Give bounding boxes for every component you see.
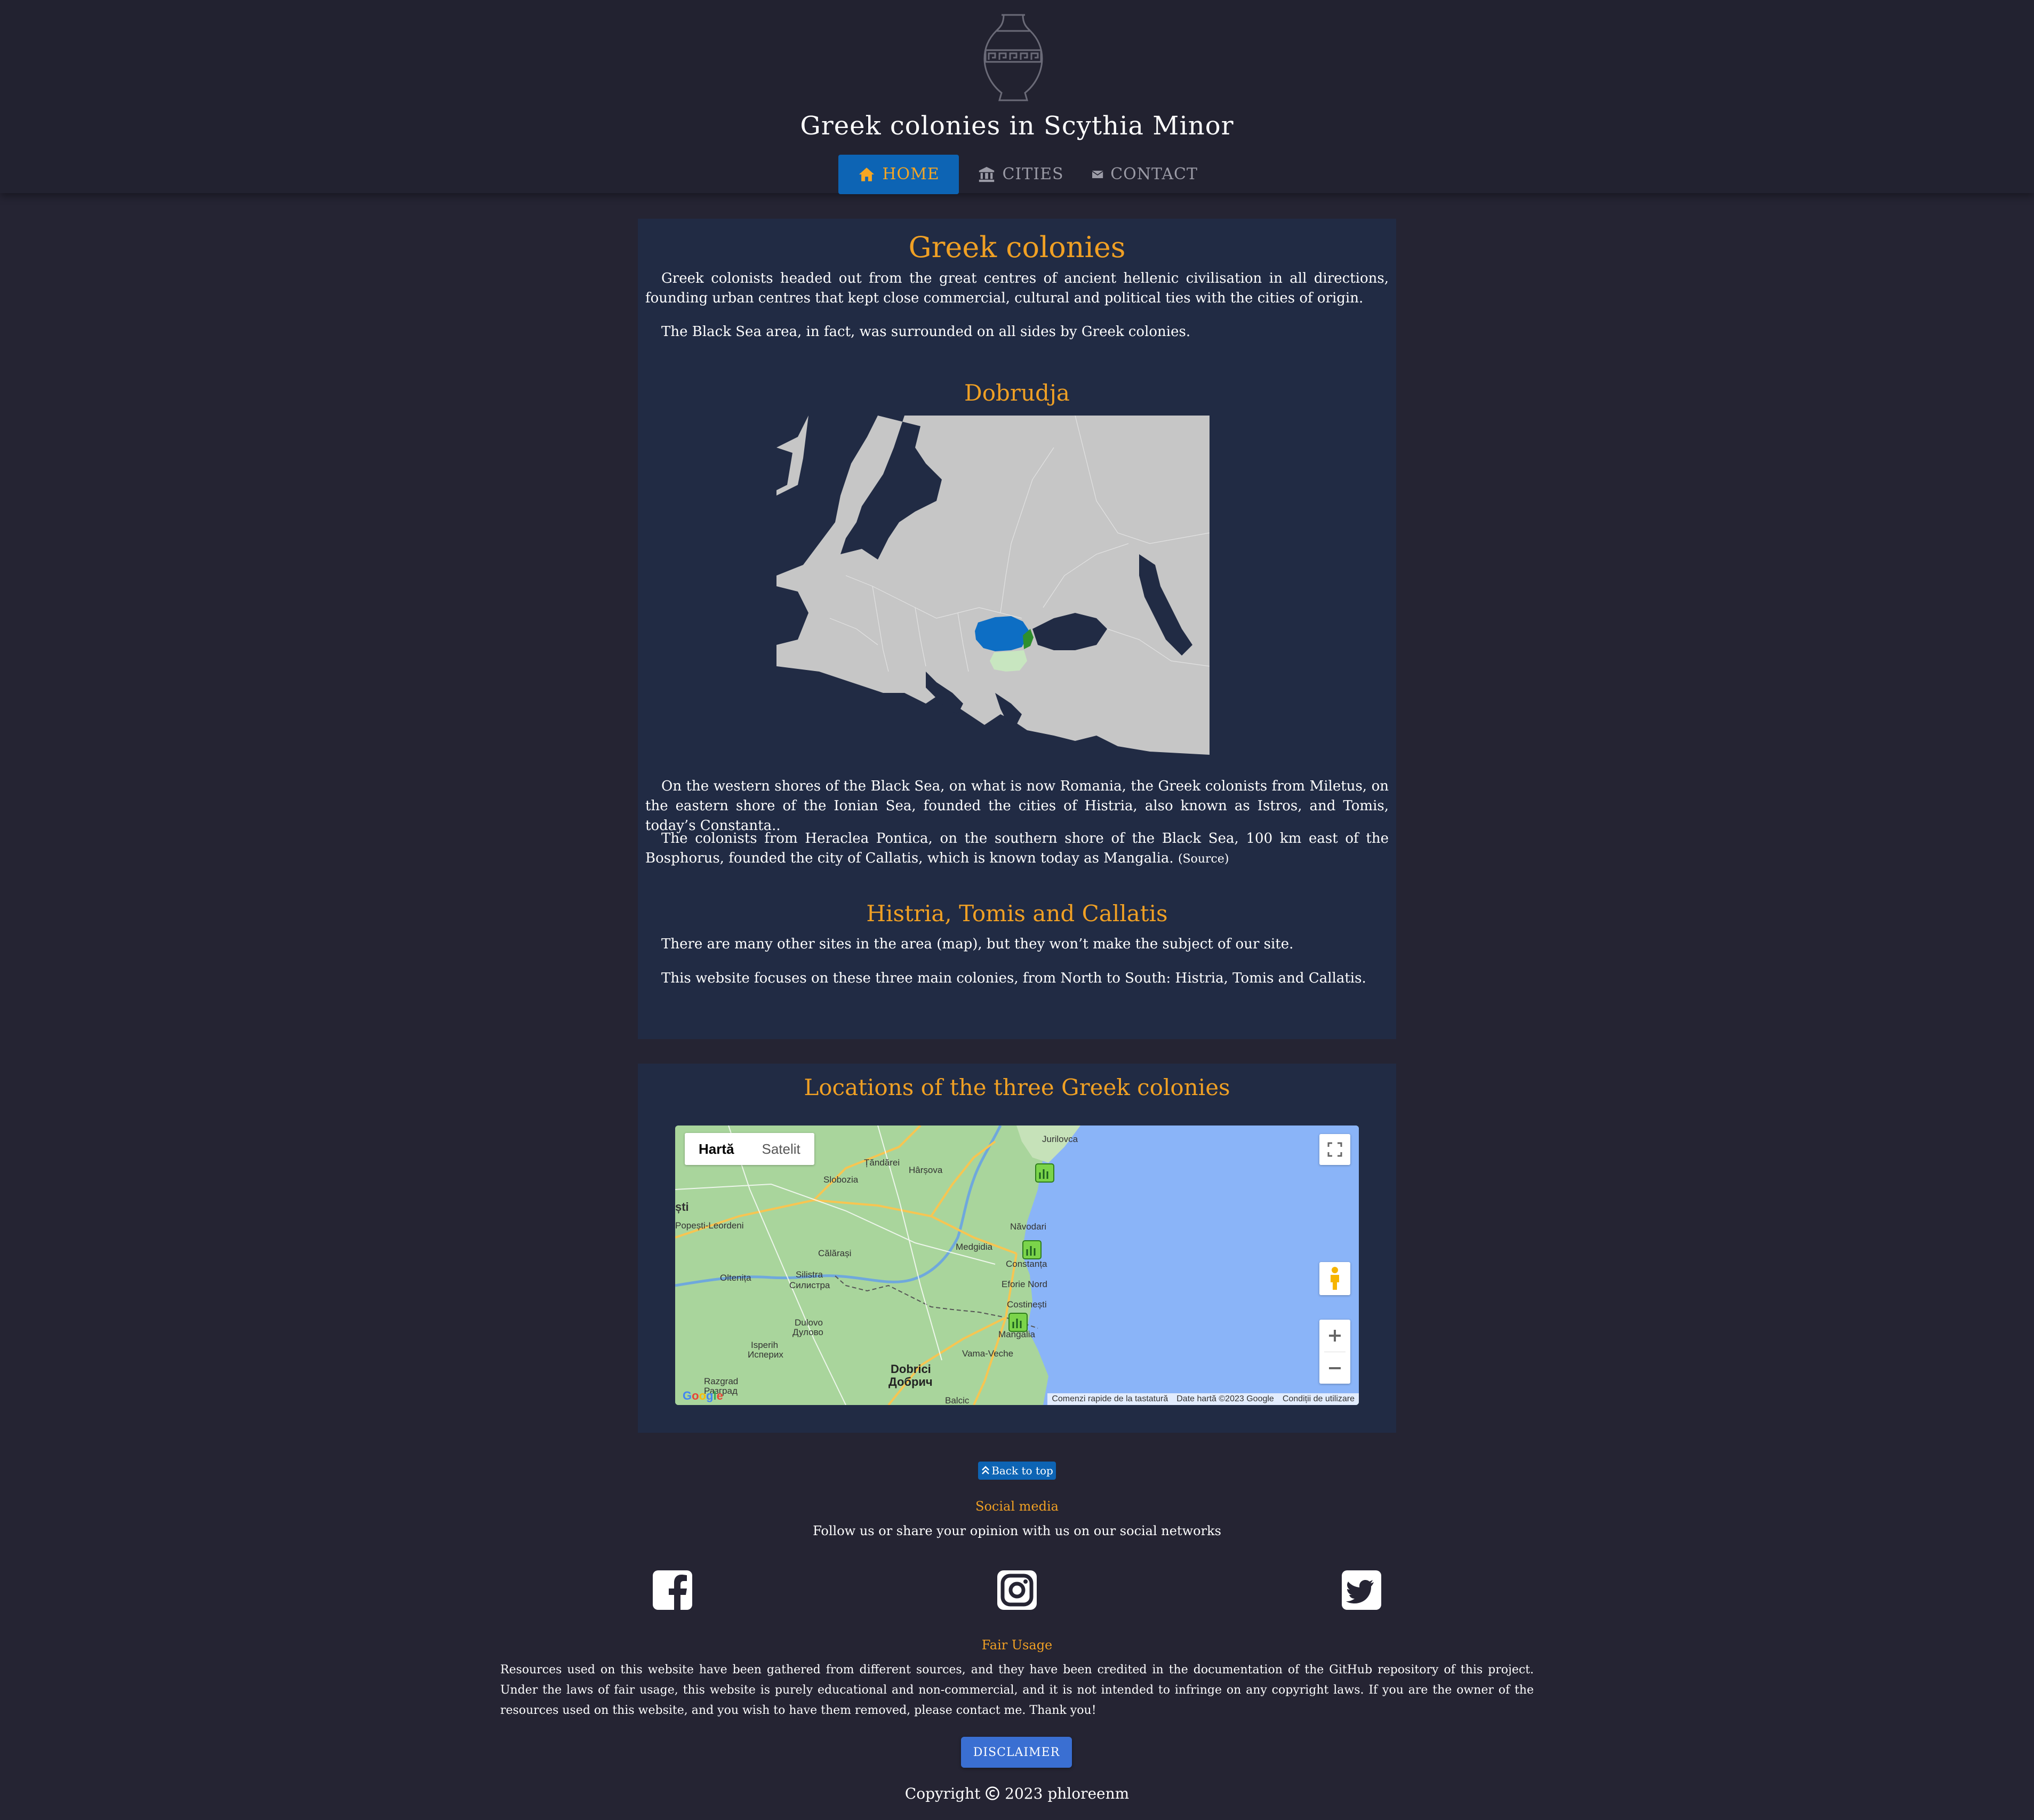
fullscreen-button[interactable]: [1319, 1134, 1350, 1165]
pegman-icon: [1331, 1267, 1339, 1290]
map-section: Locations of the three Greek colonies Ju…: [638, 1064, 1396, 1433]
nav-contact[interactable]: CONTACT: [1091, 155, 1198, 194]
colony-marker-histria: [1035, 1163, 1054, 1183]
disclaimer-button[interactable]: DISCLAIMER: [961, 1737, 1072, 1768]
map-label: Năvodari: [1010, 1222, 1047, 1232]
map-heading: Locations of the three Greek colonies: [804, 1074, 1230, 1100]
map-label: Oltenița: [720, 1273, 751, 1283]
minus-icon: [1329, 1367, 1341, 1369]
twitter-icon[interactable]: [1342, 1570, 1381, 1610]
map-label: Slobozia: [823, 1175, 859, 1185]
map-label: Jurilovca: [1042, 1134, 1078, 1144]
copyright-suffix: 2023 phloreenm: [1005, 1785, 1130, 1802]
map-label: Costinești: [1007, 1299, 1047, 1310]
site-header: Greek colonies in Scythia Minor HOME CIT…: [0, 0, 2034, 194]
copyright-prefix: Copyright: [904, 1785, 981, 1802]
intro-paragraph-5: There are many other sites in the area (…: [661, 936, 1294, 952]
street-view-pegman[interactable]: [1319, 1262, 1350, 1295]
map-label: Dulovo: [795, 1318, 823, 1328]
nav-home-label: HOME: [882, 165, 940, 183]
map-label: Balcic: [945, 1395, 970, 1405]
intro-heading: Greek colonies: [908, 230, 1126, 264]
nav-home[interactable]: HOME: [838, 155, 959, 194]
source-link[interactable]: (Source): [1178, 852, 1229, 866]
dobrudja-heading: Dobrudja: [964, 380, 1070, 406]
google-logo: Google: [683, 1389, 723, 1402]
map-label: Eforie Nord: [1002, 1279, 1047, 1289]
instagram-icon[interactable]: [997, 1570, 1037, 1610]
copyright: Copyright 2023 phloreenm: [0, 1785, 2034, 1802]
zoom-out-button[interactable]: [1319, 1352, 1350, 1384]
main-nav: HOME CITIES CONTACT: [0, 155, 2034, 194]
nav-cities[interactable]: CITIES: [977, 155, 1064, 194]
map-type-satellite-button[interactable]: Satelit: [748, 1133, 814, 1165]
map-label: Mangalia: [998, 1329, 1035, 1339]
map-label: Добрич: [888, 1375, 933, 1388]
zoom-in-button[interactable]: [1319, 1320, 1350, 1352]
intro-section: Greek colonies Greek colonists headed ou…: [638, 219, 1396, 1039]
colony-marker-callatis: [1008, 1313, 1028, 1332]
map-label: Hârșova: [909, 1165, 943, 1175]
intro-paragraph-2: The Black Sea area, in fact, was surroun…: [661, 324, 1191, 340]
fair-usage-heading: Fair Usage: [981, 1638, 1053, 1653]
map-label: Constanța: [1006, 1259, 1047, 1269]
home-icon: [859, 167, 875, 181]
envelope-icon: [1092, 170, 1103, 179]
map-data-text: Date hartă ©2023 Google: [1176, 1394, 1274, 1403]
map-label: Popești-Leordeni: [675, 1220, 744, 1231]
terms-link[interactable]: Condiții de utilizare: [1283, 1394, 1355, 1404]
social-text: Follow us or share your opinion with us …: [813, 1523, 1221, 1538]
site-title: Greek colonies in Scythia Minor: [800, 111, 1234, 141]
back-to-top-label: Back to top: [991, 1464, 1053, 1477]
intro-paragraph-4: The colonists from Heraclea Pontica, on …: [645, 829, 1389, 869]
map-label: Țăndărei: [864, 1158, 900, 1168]
intro-paragraph-1: Greek colonists headed out from the grea…: [645, 270, 1389, 306]
map-label: Medgidia: [956, 1242, 992, 1252]
fair-usage-text: Resources used on this website have been…: [500, 1663, 1534, 1717]
colonies-heading: Histria, Tomis and Callatis: [866, 900, 1168, 927]
zoom-control: [1319, 1320, 1350, 1384]
colony-marker-tomis: [1022, 1240, 1042, 1259]
map-label: Razgrad: [704, 1376, 739, 1386]
facebook-icon[interactable]: [653, 1570, 692, 1610]
europe-map-image: [776, 416, 1210, 755]
map-attribution: Comenzi rapide de la tastatură Date hart…: [1047, 1393, 1359, 1405]
intro-paragraph-3: On the western shores of the Black Sea, …: [645, 778, 1389, 834]
nav-cities-label: CITIES: [1002, 165, 1064, 183]
landmark-icon: [979, 166, 995, 182]
map-label: Isperih: [751, 1340, 779, 1350]
copyright-icon: [986, 1786, 1000, 1800]
map-label: Дулово: [792, 1327, 823, 1337]
map-label: Силистра: [789, 1280, 830, 1290]
map-label: Călărași: [818, 1248, 852, 1258]
double-chevron-up-icon: [982, 1466, 990, 1474]
map-type-control: Hartă Satelit: [685, 1133, 814, 1165]
intro-paragraph-6: This website focuses on these three main…: [661, 970, 1366, 986]
back-to-top-button[interactable]: Back to top: [978, 1462, 1056, 1480]
map-type-map-button[interactable]: Hartă: [685, 1133, 748, 1165]
map-label: ști: [675, 1200, 689, 1214]
fullscreen-icon: [1327, 1142, 1342, 1157]
plus-icon: [1329, 1330, 1341, 1342]
keyboard-shortcuts-link[interactable]: Comenzi rapide de la tastatură: [1052, 1394, 1168, 1404]
map-label: Vama-Veche: [962, 1348, 1014, 1359]
greek-vase-icon: [983, 14, 1043, 101]
google-map[interactable]: Jurilovca Țăndărei Hârșova Slobozia ști …: [675, 1125, 1359, 1405]
nav-contact-label: CONTACT: [1110, 165, 1198, 183]
map-label: Silistra: [796, 1270, 823, 1280]
map-label: Dobrici: [891, 1362, 931, 1376]
social-heading: Social media: [975, 1499, 1059, 1514]
map-label: Исперих: [748, 1350, 783, 1360]
intro-paragraph-4-text: The colonists from Heraclea Pontica, on …: [645, 831, 1389, 866]
